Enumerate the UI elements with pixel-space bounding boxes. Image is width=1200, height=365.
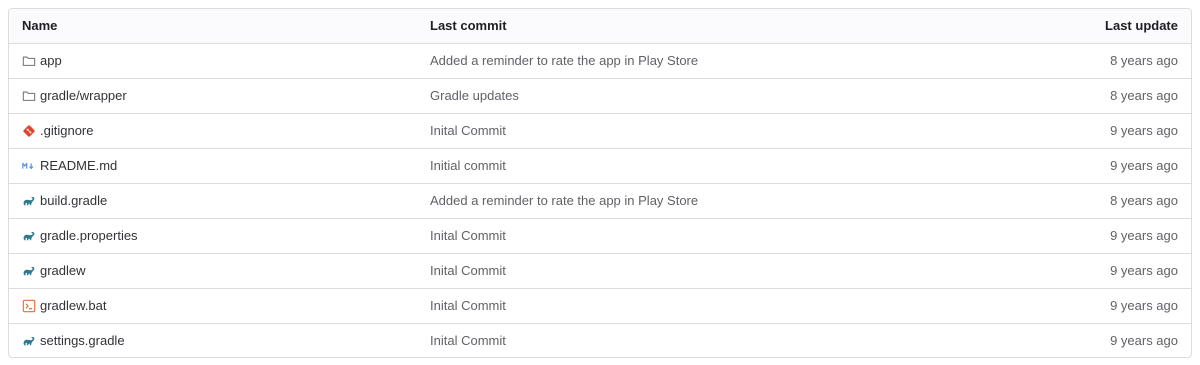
last-commit-cell: Inital Commit	[417, 252, 945, 288]
last-update-column-header: Last update	[945, 9, 1191, 44]
table-header-row: Name Last commit Last update	[9, 9, 1191, 44]
commit-message-link[interactable]: Initial commit	[430, 158, 506, 173]
last-commit-cell: Gradle updates	[417, 77, 945, 113]
table-row[interactable]: gradle/wrapper Gradle updates 8 years ag…	[9, 77, 1191, 113]
last-commit-column-header: Last commit	[417, 9, 945, 44]
file-name-link[interactable]: .gitignore	[40, 123, 93, 138]
last-commit-cell: Inital Commit	[417, 217, 945, 253]
commit-message-link[interactable]: Added a reminder to rate the app in Play…	[430, 193, 698, 208]
git-icon	[22, 124, 36, 138]
gradle-icon	[22, 229, 36, 243]
last-commit-cell: Added a reminder to rate the app in Play…	[417, 182, 945, 218]
file-name-link[interactable]: gradlew	[40, 263, 86, 278]
file-name-cell: gradlew	[9, 252, 417, 288]
file-name-cell: app	[9, 43, 417, 78]
last-update-cell: 9 years ago	[945, 112, 1191, 148]
commit-message-link[interactable]: Added a reminder to rate the app in Play…	[430, 53, 698, 68]
folder-icon	[22, 89, 36, 103]
file-tree-table: Name Last commit Last update app Added a…	[8, 8, 1192, 358]
table-row[interactable]: gradle.properties Inital Commit 9 years …	[9, 217, 1191, 253]
table-row[interactable]: .gitignore Inital Commit 9 years ago	[9, 112, 1191, 148]
last-commit-cell: Added a reminder to rate the app in Play…	[417, 43, 945, 78]
table-row[interactable]: settings.gradle Inital Commit 9 years ag…	[9, 322, 1191, 357]
last-commit-cell: Inital Commit	[417, 287, 945, 323]
last-commit-cell: Initial commit	[417, 147, 945, 183]
file-name-link[interactable]: gradle/wrapper	[40, 88, 127, 103]
commit-message-link[interactable]: Inital Commit	[430, 263, 506, 278]
name-column-header: Name	[9, 9, 417, 44]
table-row[interactable]: app Added a reminder to rate the app in …	[9, 43, 1191, 78]
file-name-link[interactable]: build.gradle	[40, 193, 107, 208]
file-name-link[interactable]: README.md	[40, 158, 117, 173]
commit-message-link[interactable]: Gradle updates	[430, 88, 519, 103]
last-update-cell: 9 years ago	[945, 252, 1191, 288]
file-name-cell: gradle.properties	[9, 217, 417, 253]
gradle-icon	[22, 264, 36, 278]
file-name-link[interactable]: gradle.properties	[40, 228, 138, 243]
file-name-cell: gradlew.bat	[9, 287, 417, 323]
commit-message-link[interactable]: Inital Commit	[430, 298, 506, 313]
terminal-file-icon	[22, 299, 36, 313]
last-commit-cell: Inital Commit	[417, 112, 945, 148]
gradle-icon	[22, 334, 36, 348]
commit-message-link[interactable]: Inital Commit	[430, 123, 506, 138]
file-name-link[interactable]: app	[40, 53, 62, 68]
commit-message-link[interactable]: Inital Commit	[430, 228, 506, 243]
markdown-icon	[22, 159, 36, 173]
file-name-cell: .gitignore	[9, 112, 417, 148]
table-row[interactable]: gradlew Inital Commit 9 years ago	[9, 252, 1191, 288]
last-update-cell: 9 years ago	[945, 322, 1191, 357]
last-update-cell: 9 years ago	[945, 147, 1191, 183]
file-name-link[interactable]: gradlew.bat	[40, 298, 107, 313]
last-update-cell: 8 years ago	[945, 77, 1191, 113]
last-commit-cell: Inital Commit	[417, 322, 945, 357]
file-name-cell: settings.gradle	[9, 322, 417, 357]
table-row[interactable]: README.md Initial commit 9 years ago	[9, 147, 1191, 183]
file-name-link[interactable]: settings.gradle	[40, 333, 125, 348]
last-update-cell: 9 years ago	[945, 217, 1191, 253]
file-table: Name Last commit Last update app Added a…	[9, 9, 1191, 357]
table-row[interactable]: build.gradle Added a reminder to rate th…	[9, 182, 1191, 218]
file-name-cell: build.gradle	[9, 182, 417, 218]
gradle-icon	[22, 194, 36, 208]
folder-icon	[22, 54, 36, 68]
file-name-cell: gradle/wrapper	[9, 77, 417, 113]
file-list: app Added a reminder to rate the app in …	[9, 43, 1191, 357]
table-row[interactable]: gradlew.bat Inital Commit 9 years ago	[9, 287, 1191, 323]
last-update-cell: 9 years ago	[945, 287, 1191, 323]
file-name-cell: README.md	[9, 147, 417, 183]
last-update-cell: 8 years ago	[1110, 53, 1178, 68]
last-update-cell: 8 years ago	[945, 182, 1191, 218]
commit-message-link[interactable]: Inital Commit	[430, 333, 506, 348]
